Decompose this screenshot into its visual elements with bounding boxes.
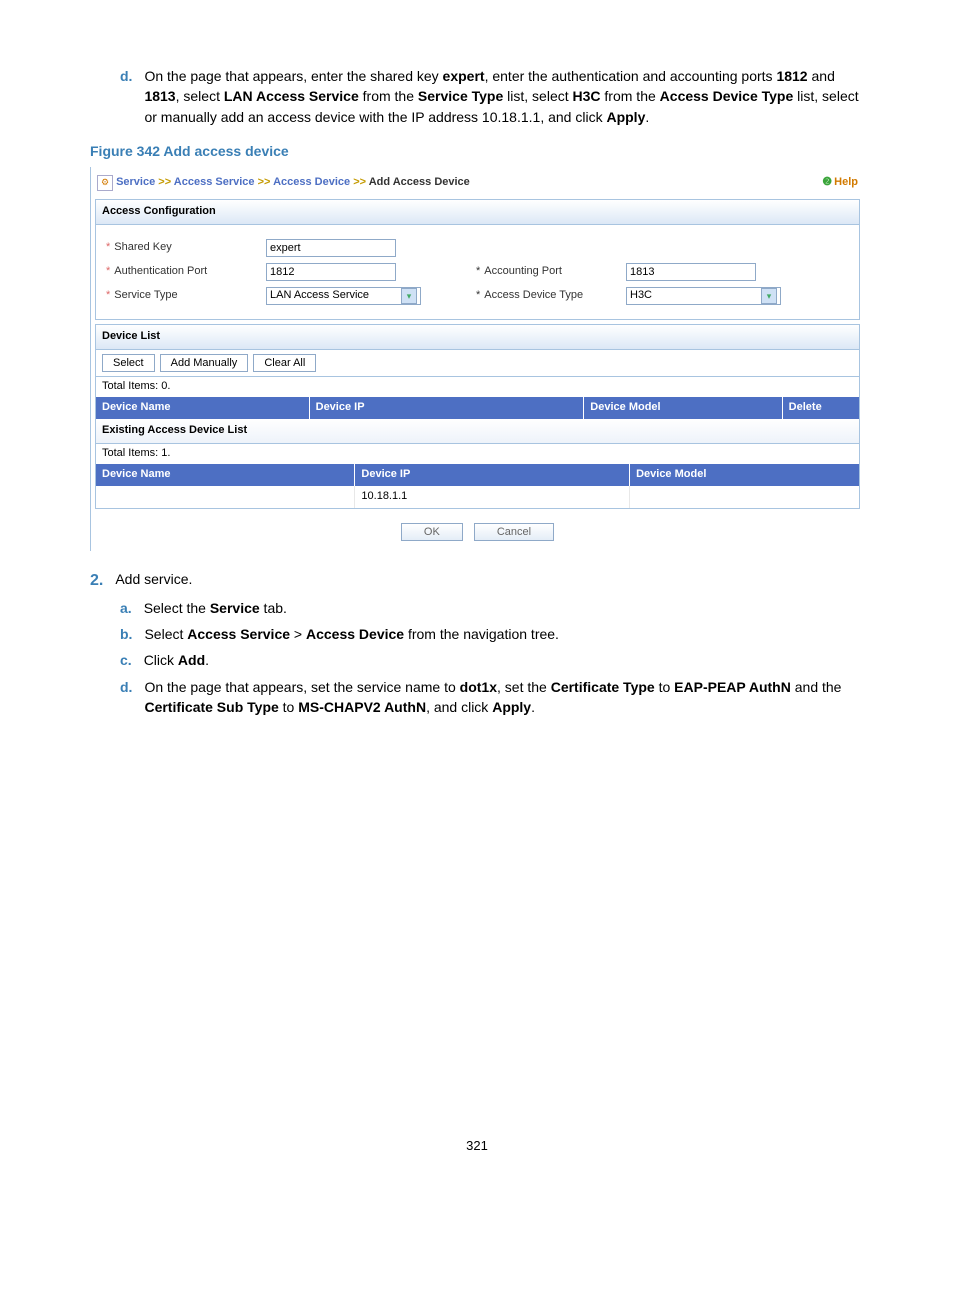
item-letter: d. [120, 677, 132, 718]
crumb-access-service[interactable]: Access Service [174, 176, 255, 188]
help-icon: ❷ [822, 176, 832, 188]
col-device-name: Device Name [96, 464, 355, 486]
access-configuration-panel: Access Configuration *Shared Key *Authen… [95, 199, 860, 320]
item-text: Add service. [115, 569, 192, 592]
item-letter: d. [120, 66, 132, 127]
service-type-label: *Service Type [106, 288, 266, 304]
help-link[interactable]: ❷Help [822, 175, 858, 191]
crumb-service[interactable]: Service [116, 176, 155, 188]
device-list-header: Device Name Device IP Device Model Delet… [96, 397, 859, 419]
ordered-item-2b: b. Select Access Service > Access Device… [120, 624, 864, 644]
col-device-ip: Device IP [310, 397, 585, 419]
shared-key-label: *Shared Key [106, 240, 266, 256]
crumb-current: Add Access Device [369, 176, 470, 188]
add-manually-button[interactable]: Add Manually [160, 354, 249, 372]
col-device-model: Device Model [584, 397, 782, 419]
crumb-access-device[interactable]: Access Device [273, 176, 350, 188]
ordered-item-d: d. On the page that appears, enter the s… [120, 66, 864, 127]
figure-caption: Figure 342 Add access device [90, 141, 864, 161]
item-letter: b. [120, 624, 132, 644]
ordered-item-2: 2. Add service. [90, 569, 864, 592]
item-number: 2. [90, 569, 103, 592]
access-dev-type-select[interactable]: H3C▾ [626, 287, 781, 305]
item-text: On the page that appears, set the servic… [144, 677, 864, 718]
ok-button[interactable]: OK [401, 523, 463, 541]
cell-name [96, 486, 355, 508]
device-list-total: Total Items: 0. [96, 376, 859, 397]
service-type-select[interactable]: LAN Access Service▾ [266, 287, 421, 305]
col-device-name: Device Name [96, 397, 310, 419]
ordered-item-2d: d. On the page that appears, set the ser… [120, 677, 864, 718]
access-dev-type-label: *Access Device Type [476, 288, 626, 304]
item-text: Select Access Service > Access Device fr… [144, 624, 559, 644]
cell-model [630, 486, 859, 508]
clear-all-button[interactable]: Clear All [253, 354, 316, 372]
screenshot-figure: ❷Help ⚙ Service >> Access Service >> Acc… [90, 167, 864, 551]
existing-header: Device Name Device IP Device Model [96, 464, 859, 486]
item-text: Select the Service tab. [144, 598, 287, 618]
cancel-button[interactable]: Cancel [474, 523, 554, 541]
cell-ip: 10.18.1.1 [355, 486, 630, 508]
shared-key-input[interactable] [266, 239, 396, 257]
device-list-panel: Device List Select Add Manually Clear Al… [95, 324, 860, 509]
item-letter: a. [120, 598, 132, 618]
item-letter: c. [120, 650, 132, 670]
acct-port-label: *Accounting Port [476, 264, 626, 280]
chevron-down-icon: ▾ [401, 288, 417, 304]
ordered-item-2a: a. Select the Service tab. [120, 598, 864, 618]
select-button[interactable]: Select [102, 354, 155, 372]
col-device-ip: Device IP [355, 464, 630, 486]
chevron-down-icon: ▾ [761, 288, 777, 304]
table-row: 10.18.1.1 [96, 486, 859, 508]
ordered-item-2c: c. Click Add. [120, 650, 864, 670]
col-device-model: Device Model [630, 464, 859, 486]
panel-title: Access Configuration [96, 200, 859, 225]
existing-list-title: Existing Access Device List [96, 419, 859, 444]
breadcrumb: Service >> Access Service >> Access Devi… [116, 176, 470, 188]
device-list-title: Device List [96, 325, 859, 350]
auth-port-label: *Authentication Port [106, 264, 266, 280]
item-text: On the page that appears, enter the shar… [144, 66, 864, 127]
page-number: 321 [90, 1137, 864, 1156]
auth-port-input[interactable] [266, 263, 396, 281]
existing-total: Total Items: 1. [96, 444, 859, 464]
col-delete: Delete [783, 397, 859, 419]
item-text: Click Add. [144, 650, 209, 670]
acct-port-input[interactable] [626, 263, 756, 281]
app-icon: ⚙ [97, 175, 113, 191]
